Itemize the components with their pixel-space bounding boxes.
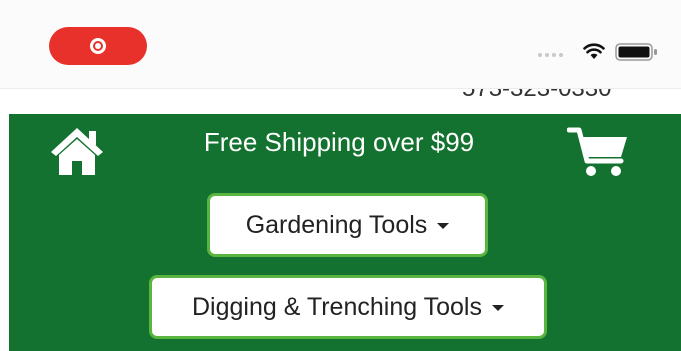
screen-recording-indicator[interactable] — [49, 27, 147, 65]
battery-icon — [615, 43, 657, 61]
gardening-tools-dropdown-label: Gardening Tools — [245, 210, 428, 239]
gardening-tools-dropdown[interactable]: Gardening Tools — [207, 193, 488, 257]
site-header: Free Shipping over $99 Gardening Tools D… — [9, 114, 681, 351]
status-bar — [0, 0, 681, 88]
digging-trenching-tools-dropdown-label: Digging & Trenching Tools — [192, 292, 482, 321]
phone-number[interactable]: 573-323-0330 — [462, 89, 611, 103]
wifi-icon — [583, 43, 605, 59]
cart-icon[interactable] — [567, 125, 631, 181]
record-icon — [90, 38, 106, 54]
caret-down-icon — [437, 223, 450, 229]
cellular-signal-icon — [538, 53, 563, 57]
caret-down-icon — [492, 305, 504, 311]
digging-trenching-tools-dropdown[interactable]: Digging & Trenching Tools — [149, 275, 547, 339]
contact-strip: 573-323-0330 — [0, 88, 681, 115]
